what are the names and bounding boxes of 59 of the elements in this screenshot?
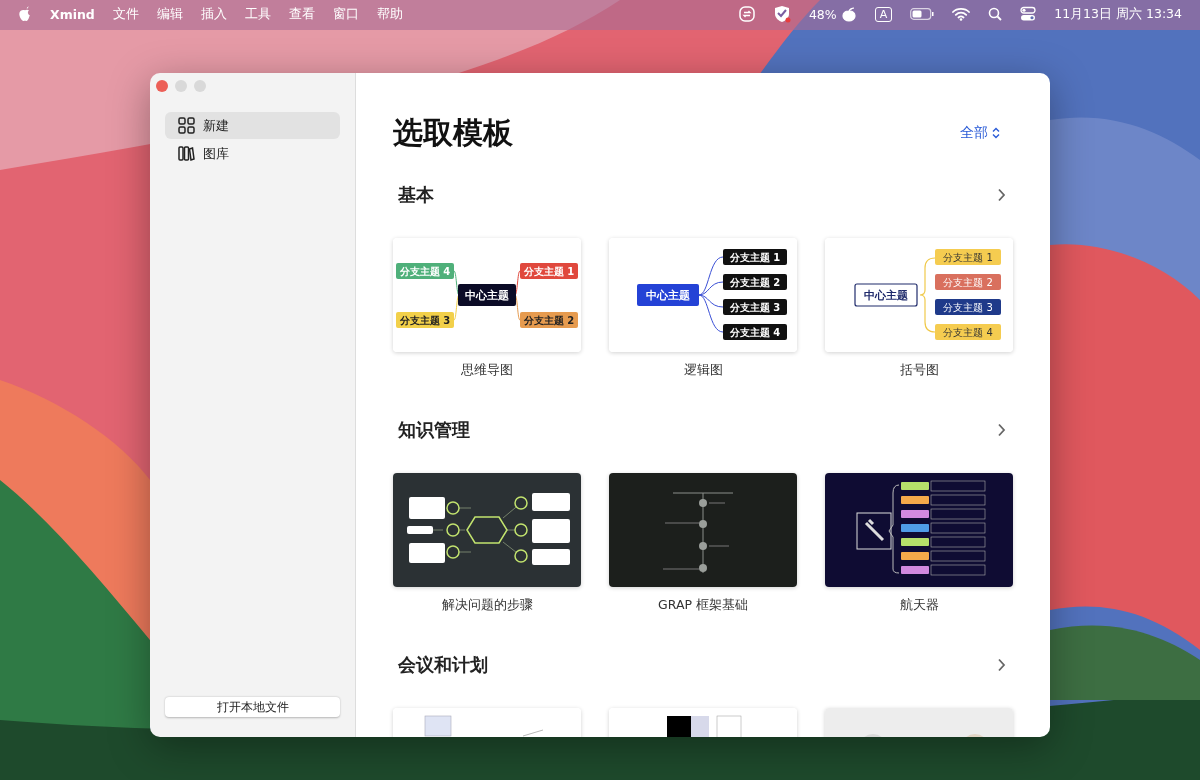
menu-item[interactable]: 查看	[288, 5, 315, 23]
menu-item[interactable]: 文件	[112, 5, 139, 23]
sidebar-item[interactable]: 图库	[165, 140, 340, 167]
battery-icon[interactable]	[910, 8, 935, 20]
branch-topic: 分支主题 4	[396, 263, 454, 279]
central-topic: 中心主题	[458, 284, 516, 306]
template-card[interactable]	[393, 473, 581, 587]
search-icon[interactable]	[988, 7, 1003, 21]
filter-dropdown[interactable]: 全部	[954, 123, 1006, 143]
branch-topic: 分支主题 1	[723, 249, 787, 265]
branch-topic: 分支主题 2	[520, 312, 578, 328]
branch-topic: 分支主题 3	[723, 299, 787, 315]
shield-icon[interactable]	[772, 5, 791, 23]
wifi-icon[interactable]	[952, 7, 971, 21]
branch-topic: 分支主题 2	[723, 274, 787, 290]
books-icon	[178, 145, 195, 162]
template-name: 括号图	[899, 362, 939, 378]
apple-logo-icon[interactable]	[18, 6, 32, 22]
menu-item[interactable]: 工具	[244, 5, 271, 23]
section-title: 知识管理	[398, 418, 470, 442]
branch-topic: 分支主题 4	[935, 324, 1001, 340]
chevron-right-icon[interactable]	[997, 658, 1006, 672]
template-card[interactable]	[825, 473, 1013, 587]
template-name: 航天器	[899, 597, 939, 613]
branch-topic: 分支主题 4	[723, 324, 787, 340]
open-local-file-button[interactable]: 打开本地文件	[165, 697, 340, 717]
close-button[interactable]	[156, 80, 168, 92]
app-menu[interactable]: Xmind	[50, 6, 95, 22]
chevron-right-icon[interactable]	[997, 423, 1006, 437]
page-title: 选取模板	[393, 113, 513, 152]
section-title: 基本	[398, 183, 434, 207]
input-source-indicator[interactable]: A	[874, 6, 893, 22]
battery-percentage: 48%	[808, 6, 837, 22]
branch-topic: 分支主题 3	[396, 312, 454, 328]
central-topic: 中心主题	[854, 283, 918, 307]
section-title: 会议和计划	[398, 653, 488, 677]
template-card[interactable]: 中心主题 分支主题 1 分支主题 2 分支主题 3 分支主题 4	[609, 238, 797, 352]
central-topic: 中心主题	[637, 284, 699, 306]
template-name: 逻辑图	[683, 362, 723, 378]
sidebar-item[interactable]: 新建	[165, 112, 340, 139]
control-center-icon[interactable]	[1020, 6, 1037, 22]
menu-item[interactable]: 帮助	[376, 5, 403, 23]
menu-item[interactable]: 窗口	[332, 5, 359, 23]
grid-icon	[178, 117, 195, 134]
menu-item[interactable]: 编辑	[156, 5, 183, 23]
menu-item[interactable]: 插入	[200, 5, 227, 23]
chevron-icon	[992, 127, 1000, 139]
chevron-right-icon[interactable]	[997, 188, 1006, 202]
branch-topic: 分支主题 3	[935, 299, 1001, 315]
branch-topic: 分支主题 1	[520, 263, 578, 279]
branch-topic: 分支主题 1	[935, 249, 1001, 265]
branch-topic: 分支主题 2	[935, 274, 1001, 290]
template-name: 思维导图	[461, 362, 513, 378]
template-name: 解决问题的步骤	[441, 597, 533, 613]
template-name: GRAP 框架基础	[658, 597, 748, 613]
template-card[interactable]: 中心主题 分支主题 4 分支主题 1 分支主题 3 分支主题 2	[393, 238, 581, 352]
menu-bar-clock[interactable]: 11月13日 周六 13:34	[1054, 5, 1182, 23]
template-card[interactable]: 中心主题 分支主题 1 分支主题 2 分支主题 3 分支主题 4	[825, 238, 1013, 352]
sync-icon[interactable]	[738, 6, 755, 22]
